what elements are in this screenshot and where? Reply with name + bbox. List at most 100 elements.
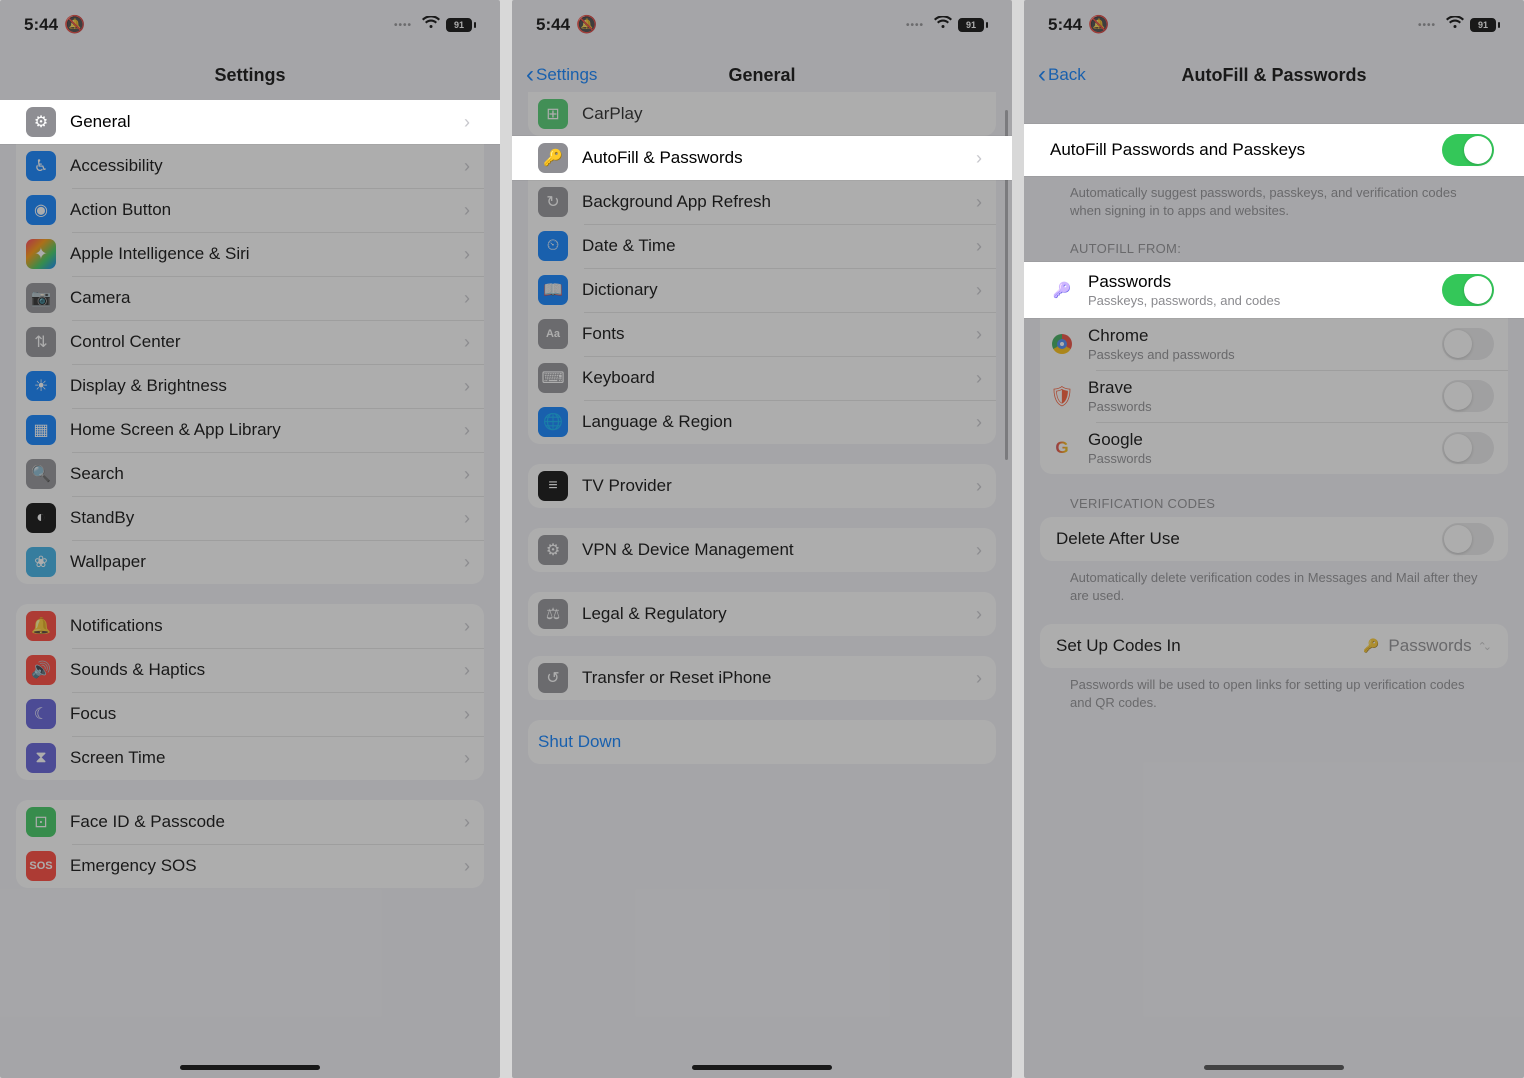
screen-autofill-passwords: 5:44 🔕 •••• 91 ‹ Back AutoFill & Passwor… — [1024, 0, 1524, 1078]
toggle-switch[interactable] — [1442, 380, 1494, 412]
row-autofill-passwords[interactable]: 🔑AutoFill & Passwords› — [512, 136, 1012, 180]
row-label: Control Center — [70, 332, 464, 352]
globe-icon: 🌐 — [538, 407, 568, 437]
back-button[interactable]: ‹ Back — [1038, 61, 1086, 89]
row-general[interactable]: ⚙︎General› — [0, 100, 500, 144]
highlighted-row[interactable]: 🔑AutoFill & Passwords› — [512, 136, 1012, 180]
back-button[interactable]: ‹ Settings — [526, 61, 597, 89]
provider-chrome-row[interactable]: ChromePasskeys and passwords — [1040, 318, 1508, 370]
home-indicator[interactable] — [692, 1065, 832, 1070]
settings-list[interactable]: ⚙︎General›♿︎Accessibility› ◉ Action Button… — [0, 100, 500, 1008]
row-display-brightness[interactable]: ☀︎Display & Brightness› — [16, 364, 484, 408]
row-apple-intelligence-siri[interactable]: ✦Apple Intelligence & Siri› — [16, 232, 484, 276]
keyboard-icon: ⌨︎ — [538, 363, 568, 393]
provider-label: Chrome — [1088, 326, 1442, 346]
row-camera[interactable]: 📷Camera› — [16, 276, 484, 320]
provider-passwords-row[interactable]: 🔑PasswordsPasskeys, passwords, and codes — [1024, 262, 1524, 318]
bell-icon: 🔔 — [26, 611, 56, 641]
row-vpn-device-management[interactable]: ⚙︎VPN & Device Management› — [528, 528, 996, 572]
chevron-right-icon: › — [976, 324, 982, 345]
speaker-icon: 🔊 — [26, 655, 56, 685]
status-time: 5:44 — [24, 15, 58, 35]
chevron-right-icon: › — [464, 376, 470, 397]
row-label: Face ID & Passcode — [70, 812, 464, 832]
action-icon: ◉ — [26, 195, 56, 225]
row-dictionary[interactable]: 📖Dictionary› — [528, 268, 996, 312]
updown-icon: ⌃⌄ — [1478, 640, 1488, 653]
chevron-right-icon: › — [976, 368, 982, 389]
delete-after-use-row[interactable]: Delete After Use — [1040, 517, 1508, 561]
row-emergency-sos[interactable]: SOSEmergency SOS› — [16, 844, 484, 888]
toggle-switch[interactable] — [1442, 432, 1494, 464]
row-legal-regulatory[interactable]: ⚖︎Legal & Regulatory› — [528, 592, 996, 636]
row-fonts[interactable]: AaFonts› — [528, 312, 996, 356]
provider-sublabel: Passkeys, passwords, and codes — [1088, 293, 1442, 308]
shut-down-button[interactable]: Shut Down — [528, 720, 996, 764]
row-face-id-passcode[interactable]: ⊡Face ID & Passcode› — [16, 800, 484, 844]
row-label: Background App Refresh — [582, 192, 976, 212]
autofill-master-toggle-row[interactable]: AutoFill Passwords and Passkeys — [1024, 124, 1524, 176]
row-wallpaper[interactable]: ❀Wallpaper› — [16, 540, 484, 584]
row-tv-provider[interactable]: ≡TV Provider› — [528, 464, 996, 508]
section-footer: Passwords will be used to open links for… — [1070, 676, 1478, 711]
chevron-right-icon: › — [464, 704, 470, 725]
row-label: Date & Time — [582, 236, 976, 256]
row-keyboard[interactable]: ⌨︎Keyboard› — [528, 356, 996, 400]
passwords-app-icon: 🔑 — [1360, 635, 1382, 657]
chevron-right-icon: › — [976, 412, 982, 433]
provider-brave-row[interactable]: 🛡BravePasswords — [1040, 370, 1508, 422]
status-bar: 5:44 🔕 •••• 91 — [512, 0, 1012, 50]
home-indicator[interactable] — [180, 1065, 320, 1070]
chevron-right-icon: › — [464, 660, 470, 681]
search-icon: 🔍 — [26, 459, 56, 489]
row-accessibility[interactable]: ♿︎Accessibility› — [16, 144, 484, 188]
provider-label: Brave — [1088, 378, 1442, 398]
autofill-list[interactable]: AutoFill Passwords and PasskeysAutomatic… — [1024, 100, 1524, 835]
bell-slash-icon: 🔕 — [1088, 15, 1109, 35]
row-label: Accessibility — [70, 156, 464, 176]
flower-icon: ❀ — [26, 547, 56, 577]
row-home-screen-app-library[interactable]: ▦Home Screen & App Library› — [16, 408, 484, 452]
home-indicator[interactable] — [1204, 1065, 1344, 1070]
highlighted-row[interactable]: ⚙︎General› — [0, 100, 500, 144]
chevron-right-icon: › — [464, 508, 470, 529]
screen-settings: 5:44 🔕 •••• 91 Settings ⚙︎General›♿︎Acce… — [0, 0, 500, 1078]
google-icon: G — [1050, 436, 1074, 460]
row-label: AutoFill & Passwords — [582, 148, 976, 168]
row-label: StandBy — [70, 508, 464, 528]
cellular-dots-icon: •••• — [394, 20, 412, 31]
toggle-label: AutoFill Passwords and Passkeys — [1050, 140, 1442, 160]
row-sounds-haptics[interactable]: 🔊Sounds & Haptics› — [16, 648, 484, 692]
row-label: Action Button — [70, 200, 464, 220]
book-icon: 📖 — [538, 275, 568, 305]
row-label: Fonts — [582, 324, 976, 344]
toggle-switch[interactable] — [1442, 328, 1494, 360]
row-notifications[interactable]: 🔔Notifications› — [16, 604, 484, 648]
row-label: Notifications — [70, 616, 464, 636]
back-label: Back — [1048, 65, 1086, 85]
toggle-switch[interactable] — [1442, 274, 1494, 306]
row-label: TV Provider — [582, 476, 976, 496]
row-screen-time[interactable]: ⧗Screen Time› — [16, 736, 484, 780]
chevron-right-icon: › — [976, 540, 982, 561]
row-standby[interactable]: ◐StandBy› — [16, 496, 484, 540]
row-search[interactable]: 🔍Search› — [16, 452, 484, 496]
chevron-right-icon: › — [464, 288, 470, 309]
row-label: VPN & Device Management — [582, 540, 976, 560]
row-control-center[interactable]: ⇅Control Center› — [16, 320, 484, 364]
chevron-right-icon: › — [976, 476, 982, 497]
toggle-switch[interactable] — [1442, 523, 1494, 555]
setup-codes-row[interactable]: Set Up Codes In🔑Passwords⌃⌄ — [1040, 624, 1508, 668]
row-action-button[interactable]: ◉Action Button› — [16, 188, 484, 232]
gear-icon: ⚙︎ — [26, 107, 56, 137]
row-carplay[interactable]: ⊞ CarPlay — [528, 92, 996, 136]
row-language-region[interactable]: 🌐Language & Region› — [528, 400, 996, 444]
toggle-switch[interactable] — [1442, 134, 1494, 166]
provider-google-row[interactable]: GGooglePasswords — [1040, 422, 1508, 474]
key-icon: 🔑 — [538, 143, 568, 173]
row-background-app-refresh[interactable]: ↻Background App Refresh› — [528, 180, 996, 224]
general-list[interactable]: ⊞ CarPlay 🔑 AutoFill & Passwords › ↻Backgro… — [512, 92, 1012, 884]
row-date-time[interactable]: ⏲Date & Time› — [528, 224, 996, 268]
row-focus[interactable]: ☾Focus› — [16, 692, 484, 736]
row-transfer-or-reset-iphone[interactable]: ↺Transfer or Reset iPhone› — [528, 656, 996, 700]
